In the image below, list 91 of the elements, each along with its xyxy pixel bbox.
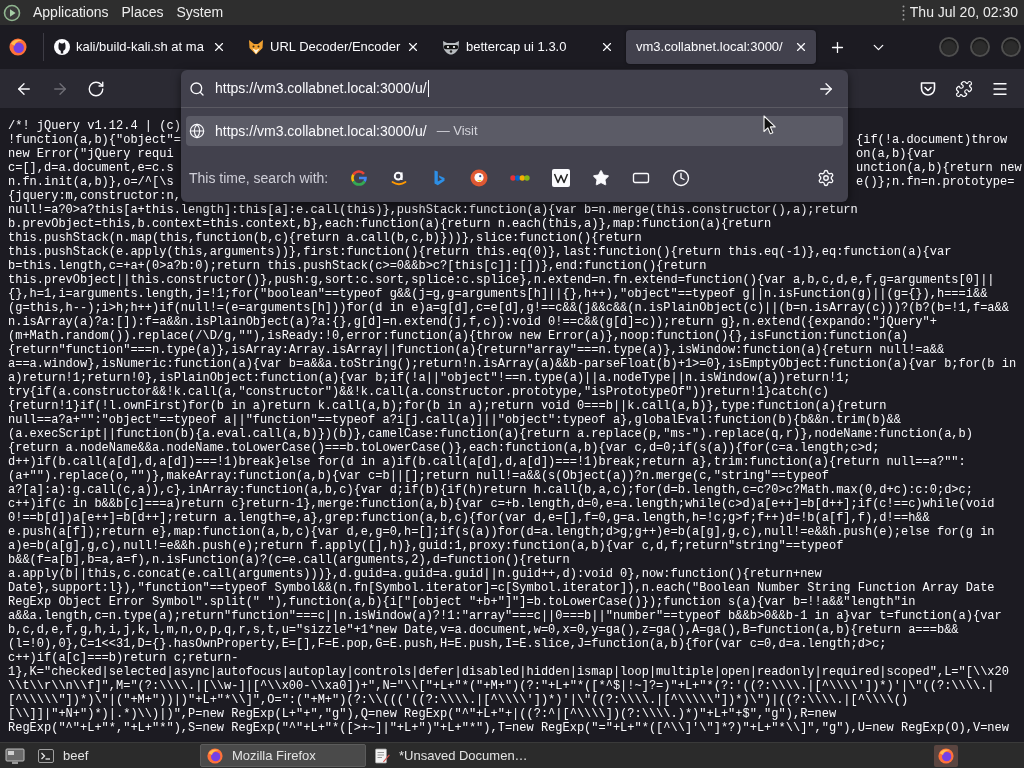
- clock-icon[interactable]: [672, 169, 690, 187]
- code-line: e()};n.fn=n.prototype=: [856, 175, 1015, 189]
- star-icon[interactable]: [592, 169, 610, 187]
- panel-menu[interactable]: Places: [121, 2, 164, 23]
- code-line: this.pushStack(n.map(this,function(b,c){return a.call(b,c,b)}))},slice:function(){return: [8, 231, 642, 245]
- code-line: Date},support:l}),"function"==typeof Symbol&&(n.fn[Symbol.iterator]=c[Symbol.iterator]),n.each("Boolean Number String Function Array Date: [8, 581, 995, 595]
- code-line: b.prevObject=this,b.context=this.context,b},each:function(a){return n.each(this,a)},map:function(a){return: [8, 217, 772, 231]
- code-line: [^\\\\\"])*)\"|("+M+"))|)"+L+"*\\]",O=":("+M+")(?:\\((('((?:\\\\.|[^\\\\'])*)'|\"((?:\\\\.|[^\\\\\"])*)\")|((?:\\\\.|[^\\\\(): [8, 693, 909, 707]
- code-line: c++)if(c in b&&b[c]===a)return c}return-1},merge:function(a,b){var c=+b.length,d=0,e=a.length;while(c>d)a[e++]=b[d++];if(c!==c)while(void: [8, 497, 995, 511]
- code-line: b,c,d,e,f,g,h,i,j,k,l,m,n,o,p,q,r,s,t,u="sizzle"+1*new Date,v=a.document,w=0,x=0,y=ga(),z=ga(),A=ga(),B=function(a,b){return a===b&&: [8, 623, 959, 637]
- code-line: a&&a.length,c=n.type(a);return"function"===c||n.isWindow(a)?!1:"array"===c||0===b||"number"==typeof b&&b>0&&b-1 in a}var t=function(a){var: [8, 609, 1002, 623]
- code-line: b=this.length,c=+a+(0>a?b:0);return this.pushStack(c>=0&&b>c?[this[c]]:[])},end:function(){return: [8, 259, 707, 273]
- code-line: this.prevObject||this.constructor()},push:g,sort:c.sort,splice:c.splice},n.extend=n.fn.extend=function(){var a,b,c,d,e,f,g=arguments[0]||: [8, 273, 995, 287]
- code-line: on(a,b){var: [856, 147, 936, 161]
- fox-face-icon: [248, 39, 264, 55]
- code-line: {jquery:m,constructor:n,: [8, 189, 181, 203]
- taskbar-window-button[interactable]: *Unsaved Documen…: [368, 744, 534, 767]
- globe-icon: [189, 123, 205, 139]
- code-line: !function(a,b){"object"=: [8, 133, 181, 147]
- browser-tab[interactable]: bettercap ui 1.3.0: [432, 30, 622, 64]
- browser-logo-icon[interactable]: [934, 744, 958, 767]
- code-line: {},h=1,i=arguments.length,j=!1;for("boolean"==typeof g&&(j=g,g=arguments[h]||{},h++),"object"==typeof g||n.isFunction(g)||(g={}),h===i&&: [8, 287, 988, 301]
- close-icon[interactable]: [212, 40, 226, 54]
- grip-icon: [901, 4, 905, 21]
- code-line: (a+"").replace(o,"")},makeArray:function(a,b){var c=b||[];return null!=a&&(s(Object(a))?n.merge(c,"string"==typeof: [8, 469, 829, 483]
- code-line: {return!1}if(!l.ownFirst)for(b in a)return k.call(a,b);for(b in a);return void 0===b||k.call(a,b)},type:function(a){return: [8, 399, 887, 413]
- raccoon-face-icon: [442, 39, 460, 55]
- code-line: new Error("jQuery requi: [8, 147, 174, 161]
- code-line: a?[a]:a):g.call(c,a)),c},inArray:function(a,b,c){var d;if(b){if(h)return h.call(b,a,c);for(d=b.length,c=c?0>c?Math.max(0,d+c):c:0;d>c;: [8, 483, 973, 497]
- code-line: 1},K="checked|selected|async|autofocus|autoplay|controls|defer|disabled|hidden|ismap|loop|multiple|open|readonly|required|scoped",L="[\\x20: [8, 665, 1009, 679]
- code-line: n.isArray(a)?a:[]):f=a&&n.isPlainObject(a)?a:{},g[d]=n.extend(j,f,c)):void 0!==c&&(g[d]=c));return g},n.extend({expando:"jQuery"+: [8, 315, 937, 329]
- reload-icon[interactable]: [87, 79, 105, 98]
- code-line: RegExp("^"+L+"*,"+L+"*"),S=new RegExp("^"+L+"*([>+~]|"+L+")"+L+"*"),T=new RegExp("="+L+"*([^\\]'\"]*?)"+L+"*\\]","g"),U=new RegExp(O),V=new: [8, 721, 1009, 735]
- cat-logo-icon: [54, 39, 70, 55]
- code-line: this.pushStack(e.apply(this,arguments))},first:function(){return this.eq(0)},last:function(){return this.eq(-1)},eq:function(a){var: [8, 245, 952, 259]
- code-line: (l=!0),0},C=1<<31,D={}.hasOwnProperty,E=[],F=E.pop,G=E.push,H=E.push,I=E.slice,J=function(a,b){for(var c=0,d=a.length;d>c;: [8, 637, 887, 651]
- search-icon: [189, 80, 205, 97]
- code-line: \\t\\r\\n\\f]",M="(?:\\\\.|[\\w-]|[^\\x00-\\xa0])+",N="\\["+L+"*("+M+")(?:"+L+"*([*^$|!~]?=)"+L+"*(?:'((?:\\\\.|[^\\\\'])*)'|\"((?:\\\\.|: [8, 679, 995, 693]
- close-icon[interactable]: [600, 40, 614, 54]
- code-line: a)return!1;return!0},isPlainObject:function(a){var b;if(!a||"object"!==n.type(a)||a.nodeType||n.isWindow(a))return!1;: [8, 371, 851, 385]
- code-line: b&&(f=a[b],b=a,a=f),n.isFunction(a)?(c=e.call(arguments,2),d=function(){return: [8, 553, 570, 567]
- code-line: RegExp Object Error Symbol".split(" "),function(a,b){i["[object "+b+"]"]=b.toLowerCase()});function s(a){var b=!!a&&"length"in: [8, 595, 916, 609]
- browser-tab[interactable]: URL Decoder/Encoder: [238, 30, 428, 64]
- browser-logo-icon: [207, 747, 223, 764]
- code-line: /*! jQuery v1.12.4 | (c): [8, 119, 181, 133]
- notepad-icon: [374, 747, 390, 764]
- search-with-label: This time, search with:: [189, 168, 330, 188]
- code-line: c++)if(a[c]===b)return c;return-: [8, 651, 239, 665]
- g-logo-icon[interactable]: [350, 169, 368, 187]
- duck-logo-icon[interactable]: [470, 169, 488, 187]
- puzzle-icon[interactable]: [955, 79, 973, 98]
- code-line: c=[],d=a.document,e=c.s: [8, 161, 174, 175]
- code-line: d++)if(b.call(a[d],d,a[d])===!1)break}else for(d in a)if(b.call(a[d],d,a[d])===!1)break;return a},trim:function(a){return null==a?"":: [8, 455, 966, 469]
- code-line: 0!==b[d])a[e++]=b[d++];return a.length=e,a},grep:function(a,b,c){for(var d,e=[],f=0,g=a.length,h=!c;g>f;f++)d=!b(a[f],f),d!==h&&: [8, 511, 930, 525]
- code-line: a)e=b(a[g],g,c),null!=e&&h.push(e);return f.apply([],h)},guid:1,proxy:function(a,b){var c,d,f;return"string"==typeof: [8, 539, 844, 553]
- code-line: unction(a,b){return new: [856, 161, 1022, 175]
- smile-logo-icon[interactable]: [390, 169, 408, 187]
- code-line: try{if(a.constructor&&!k.call(a,"constructor")&&!k.call(a.constructor.prototype,"isPrototypeOf"))return!1}catch(c): [8, 385, 829, 399]
- code-line: {return a.nodeName&&a.nodeName.toLowerCase()===b.toLowerCase()},each:function(a,b){var c,d=0;if(s(a)){for(c=a.length;c>d;: [8, 441, 880, 455]
- terminal-icon: [38, 747, 54, 764]
- code-line: {return"function"===n.type(a)},isArray:Array.isArray||function(a){return"array"===n.type(a)},isWindow:function(a){return null!=a&&: [8, 343, 945, 357]
- code-line: (g=this,h--);i>h;h++)if(null!=(e=arguments[h]))for(d in e)a=g[d],c=e[d],g!==c&&(j&&c&&(n.isPlainObject(c)||(b=n.isArray(c)))?(b?(b=!1,f=a&&: [8, 301, 1009, 315]
- code-line: null!=a?0>a?this[a+this.length]:this[a]:e.call(this)},pushStack:function(a){var b=n.merge(this.constructor(),a);return: [8, 203, 858, 217]
- taskbar-window-button[interactable]: beef: [32, 744, 198, 767]
- code-line: n.fn.init(a,b)},o=/^[\s: [8, 175, 174, 189]
- url-field[interactable]: https://vm3.collabnet.local:3000/u/: [215, 76, 817, 101]
- panel-menu[interactable]: System: [176, 2, 224, 23]
- code-line: a==a.window},isNumeric:function(a){var b=a&&a.toString();return!n.isArray(a)&&b-parseFloat(b)+1>=0},isEmptyObject:function(a){var b;for(b in: [8, 357, 1017, 371]
- clock: Thu Jul 20, 02:30: [909, 3, 1018, 22]
- code-line: a.apply(b||this,c.concat(e.call(arguments)))},d.guid=a.guid=a.guid||n.guid++,d):void 0},now:function(){return+new: [8, 567, 822, 581]
- code-line: (m+Math.random()).replace(/\D/g,""),isReady:!0,error:function(a){throw new Error(a)},noop:function(){},isFunction:function(a): [8, 329, 909, 343]
- browser-tab[interactable]: kali/build-kali.sh at ma: [44, 30, 234, 64]
- code-line: (a.execScript||function(b){a.eval.call(a,b)})(b)},camelCase:function(a){return a.replace(p,"ms-").replace(q,r)},nodeName:function(a,b): [8, 427, 973, 441]
- w-logo-icon[interactable]: [552, 169, 570, 187]
- code-line: [\\]]|"+N+")*)|.*)\\)|)",P=new RegExp(L+"+","g"),Q=new RegExp("^"+L+"+|((?:^|[^\\\\])(?:\\\\.)*)"+L+"+$","g"),R=new: [8, 707, 837, 721]
- close-icon[interactable]: [794, 40, 808, 54]
- play-circle-logo-icon[interactable]: [3, 3, 21, 22]
- text-cursor-icon: [427, 80, 429, 97]
- mouse-pointer-icon: [763, 115, 776, 135]
- desktop-icon[interactable]: [5, 746, 25, 765]
- taskbar-window-button[interactable]: Mozilla Firefox: [200, 744, 366, 767]
- code-line: null==a?a+"":"object"==typeof a||"function"==typeof a?i[j.call(a)]||"object":typeof a},globalEval:function(b){b&&n.trim(b)&&: [8, 413, 901, 427]
- dots-logo-icon[interactable]: [510, 173, 530, 183]
- shield-chevron-icon[interactable]: [919, 79, 937, 98]
- panel-menu[interactable]: Applications: [33, 2, 109, 23]
- browser-logo-icon[interactable]: [9, 38, 27, 56]
- code-line: {if(!a.document)throw: [856, 133, 1008, 147]
- settings-icon[interactable]: [817, 169, 835, 187]
- url-suggestion[interactable]: https://vm3.collabnet.local:3000/u/ — Visit: [186, 116, 843, 146]
- code-line: e.push(a[f]);return e},map:function(a,b,c){var d,e,g=0,h=[];if(s(a))for(d=a.length;d>g;g++)e=b(a[g],g,c),null!=e&&h.push(e);else for(g in: [8, 525, 995, 539]
- browser-tab[interactable]: vm3.collabnet.local:3000/: [626, 30, 816, 64]
